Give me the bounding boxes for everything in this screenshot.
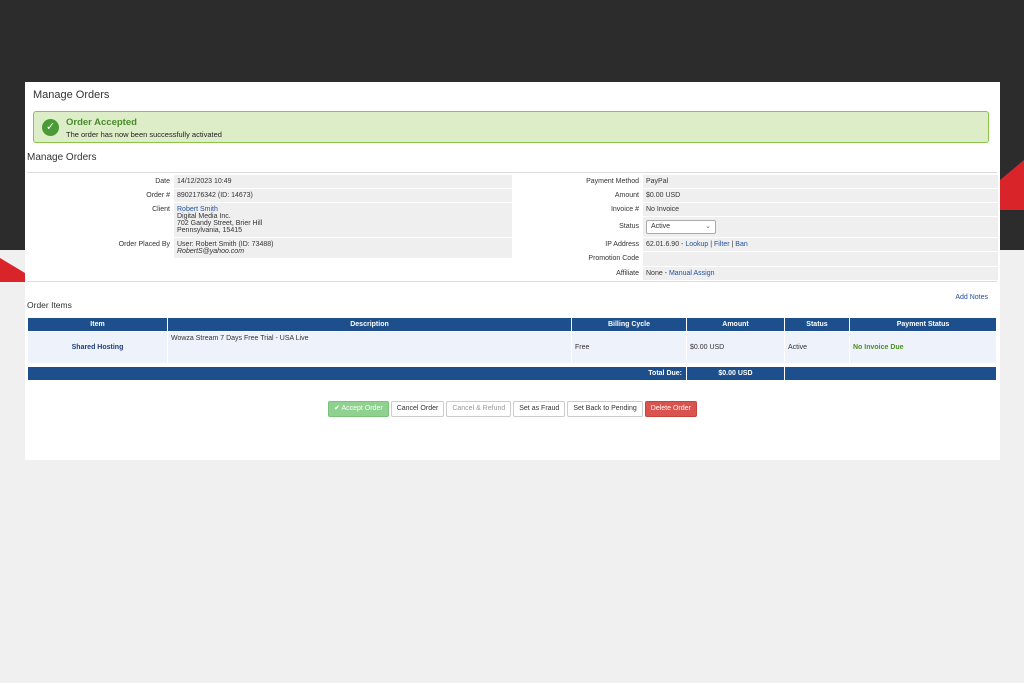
order-items-table: Item Description Billing Cycle Amount St… — [27, 317, 997, 381]
detail-label: Status — [513, 217, 643, 238]
details-right-column: Payment Method PayPal Amount $0.00 USD I… — [513, 175, 998, 281]
manual-assign-link[interactable]: Manual Assign — [669, 270, 715, 277]
cell-amount: $0.00 USD — [686, 331, 785, 364]
action-buttons: ✔ Accept Order Cancel Order Cancel & Ref… — [328, 401, 697, 417]
alert-message: The order has now been successfully acti… — [66, 130, 222, 139]
detail-value: $0.00 USD — [643, 189, 998, 202]
detail-value: No Invoice — [643, 203, 998, 216]
check-circle-icon: ✓ — [42, 119, 59, 136]
detail-label: Client — [27, 203, 174, 238]
detail-label: Order # — [27, 189, 174, 203]
detail-label: Order Placed By — [27, 238, 174, 259]
status-select[interactable]: Active ⌄ — [646, 220, 716, 234]
detail-value: 8902176342 (ID: 14673) — [174, 189, 512, 202]
column-header-item: Item — [27, 317, 168, 332]
page-title: Manage Orders — [33, 89, 110, 101]
detail-value: Active ⌄ — [643, 217, 998, 237]
delete-order-button[interactable]: Delete Order — [644, 401, 697, 417]
success-alert: ✓ Order Accepted The order has now been … — [33, 111, 989, 143]
detail-label: IP Address — [513, 238, 643, 252]
detail-row-promotion-code: Promotion Code — [513, 252, 998, 267]
total-row: Total Due: $0.00 USD — [27, 366, 997, 381]
main-panel: Manage Orders ✓ Order Accepted The order… — [25, 82, 1000, 460]
detail-row-invoice: Invoice # No Invoice — [513, 203, 998, 217]
detail-row-order-placed-by: Order Placed By User: Robert Smith (ID: … — [27, 238, 512, 259]
client-region: Pennsylvania, 15415 — [177, 227, 242, 234]
detail-row-ip-address: IP Address 62.01.6.90 - Lookup | Filter … — [513, 238, 998, 252]
detail-label: Payment Method — [513, 175, 643, 189]
detail-value: User: Robert Smith (ID: 73488) RobertS@y… — [174, 238, 512, 258]
status-select-value: Active — [651, 223, 671, 230]
cancel-order-button[interactable]: Cancel Order — [390, 401, 445, 417]
detail-label: Invoice # — [513, 203, 643, 217]
cell-description: Wowza Stream 7 Days Free Trial - USA Liv… — [167, 331, 572, 364]
ip-filter-link[interactable]: Filter — [714, 241, 730, 248]
table-row: Shared Hosting Wowza Stream 7 Days Free … — [27, 331, 997, 364]
placed-by-user: User: Robert Smith (ID: 73488) — [177, 241, 274, 248]
cell-status: Active — [784, 331, 850, 364]
detail-row-status: Status Active ⌄ — [513, 217, 998, 238]
total-empty — [784, 366, 997, 381]
column-header-amount: Amount — [686, 317, 785, 332]
detail-row-order-number: Order # 8902176342 (ID: 14673) — [27, 189, 512, 203]
details-left-column: Date 14/12/2023 10:49 Order # 8902176342… — [27, 175, 512, 259]
column-header-status: Status — [784, 317, 850, 332]
detail-value: None - Manual Assign — [643, 267, 998, 280]
affiliate-value: None - — [646, 270, 669, 277]
detail-row-client: Client Robert Smith Digital Media Inc. 7… — [27, 203, 512, 238]
set-back-to-pending-button[interactable]: Set Back to Pending — [567, 401, 643, 417]
total-value: $0.00 USD — [686, 366, 785, 381]
accept-order-label: Accept Order — [341, 405, 383, 412]
detail-row-affiliate: Affiliate None - Manual Assign — [513, 267, 998, 281]
detail-label: Promotion Code — [513, 252, 643, 267]
cancel-refund-button[interactable]: Cancel & Refund — [446, 401, 512, 417]
cell-item: Shared Hosting — [27, 331, 168, 364]
ip-ban-link[interactable]: Ban — [735, 241, 747, 248]
add-notes-link[interactable]: Add Notes — [955, 294, 988, 301]
detail-row-amount: Amount $0.00 USD — [513, 189, 998, 203]
column-header-description: Description — [167, 317, 572, 332]
ip-lookup-link[interactable]: Lookup — [685, 241, 708, 248]
client-company: Digital Media Inc. — [177, 213, 231, 220]
client-address: 702 Gandy Street, Brier Hill — [177, 220, 263, 227]
table-header-row: Item Description Billing Cycle Amount St… — [27, 317, 997, 332]
ip-value: 62.01.6.90 - — [646, 241, 686, 248]
set-as-fraud-button[interactable]: Set as Fraud — [513, 401, 566, 417]
client-name-link[interactable]: Robert Smith — [177, 206, 509, 213]
placed-by-email: RobertS@yahoo.com — [177, 248, 245, 255]
detail-row-date: Date 14/12/2023 10:49 — [27, 175, 512, 189]
detail-value: 14/12/2023 10:49 — [174, 175, 512, 188]
detail-label: Date — [27, 175, 174, 189]
cell-billing-cycle: Free — [571, 331, 687, 364]
order-items-title: Order Items — [27, 300, 72, 310]
detail-label: Amount — [513, 189, 643, 203]
section-title: Manage Orders — [27, 152, 97, 163]
chevron-down-icon: ⌄ — [705, 223, 711, 230]
column-header-payment-status: Payment Status — [849, 317, 997, 332]
detail-row-payment-method: Payment Method PayPal — [513, 175, 998, 189]
order-details: Date 14/12/2023 10:49 Order # 8902176342… — [27, 172, 998, 282]
detail-value — [643, 252, 998, 266]
total-label: Total Due: — [27, 366, 687, 381]
detail-value: Robert Smith Digital Media Inc. 702 Gand… — [174, 203, 512, 237]
column-header-billing-cycle: Billing Cycle — [571, 317, 687, 332]
cell-payment-status: No Invoice Due — [849, 331, 997, 364]
detail-label: Affiliate — [513, 267, 643, 281]
detail-value: 62.01.6.90 - Lookup | Filter | Ban — [643, 238, 998, 251]
alert-title: Order Accepted — [66, 117, 137, 128]
detail-value: PayPal — [643, 175, 998, 188]
accept-order-button[interactable]: ✔ Accept Order — [328, 401, 389, 417]
